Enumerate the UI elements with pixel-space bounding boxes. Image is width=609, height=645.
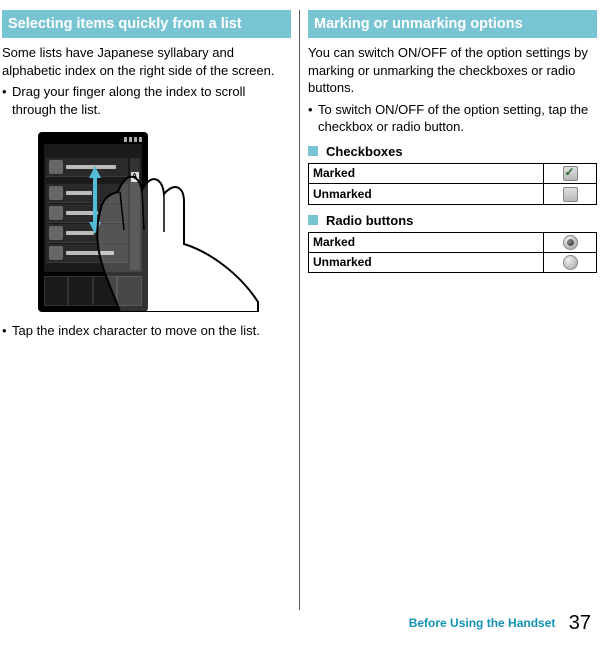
bullet-dot: • <box>308 101 318 136</box>
footer-section-label: Before Using the Handset <box>409 616 556 630</box>
square-bullet-icon <box>308 215 318 225</box>
right-intro-text: You can switch ON/OFF of the option sett… <box>308 44 597 97</box>
subheading-radio: Radio buttons <box>308 213 597 228</box>
right-bullet-1-text: To switch ON/OFF of the option setting, … <box>318 101 597 136</box>
heading-selecting-items: Selecting items quickly from a list <box>2 10 291 38</box>
radio-states-table: Marked Unmarked <box>308 232 597 274</box>
left-bullet-2: • Tap the index character to move on the… <box>2 322 291 340</box>
checkbox-states-table: Marked Unmarked <box>308 163 597 205</box>
bullet-dot: • <box>2 83 12 118</box>
cell-unmarked-label: Unmarked <box>309 184 544 204</box>
cell-marked-checkbox <box>544 163 597 183</box>
right-bullet-1: • To switch ON/OFF of the option setting… <box>308 101 597 136</box>
cell-marked-label: Marked <box>309 232 544 252</box>
checkbox-unmarked-icon <box>563 187 578 202</box>
left-bullet-2-text: Tap the index character to move on the l… <box>12 322 291 340</box>
bullet-dot: • <box>2 322 12 340</box>
left-intro-text: Some lists have Japanese syllabary and a… <box>2 44 291 79</box>
phone-statusbar <box>44 137 142 143</box>
right-column: Marking or unmarking options You can swi… <box>300 10 597 610</box>
hand-icon <box>80 152 260 315</box>
radio-unmarked-icon <box>563 255 578 270</box>
cell-marked-label: Marked <box>309 163 544 183</box>
subheading-checkboxes-label: Checkboxes <box>326 144 403 159</box>
square-bullet-icon <box>308 146 318 156</box>
footer-page-number: 37 <box>569 612 591 634</box>
cell-unmarked-label: Unmarked <box>309 252 544 272</box>
page-footer: Before Using the Handset 37 <box>409 612 591 635</box>
table-row: Marked <box>309 232 597 252</box>
heading-marking-options: Marking or unmarking options <box>308 10 597 38</box>
page-columns: Selecting items quickly from a list Some… <box>0 0 609 610</box>
illustration-container: A <box>2 126 291 316</box>
phone-illustration: A <box>32 126 262 316</box>
table-row: Unmarked <box>309 184 597 204</box>
subheading-checkboxes: Checkboxes <box>308 144 597 159</box>
subheading-radio-label: Radio buttons <box>326 213 413 228</box>
table-row: Unmarked <box>309 252 597 272</box>
cell-marked-radio <box>544 232 597 252</box>
radio-marked-icon <box>563 235 578 250</box>
left-bullet-1-text: Drag your finger along the index to scro… <box>12 83 291 118</box>
table-row: Marked <box>309 163 597 183</box>
checkbox-marked-icon <box>563 166 578 181</box>
cell-unmarked-checkbox <box>544 184 597 204</box>
cell-unmarked-radio <box>544 252 597 272</box>
left-bullet-1: • Drag your finger along the index to sc… <box>2 83 291 118</box>
left-column: Selecting items quickly from a list Some… <box>2 10 299 610</box>
